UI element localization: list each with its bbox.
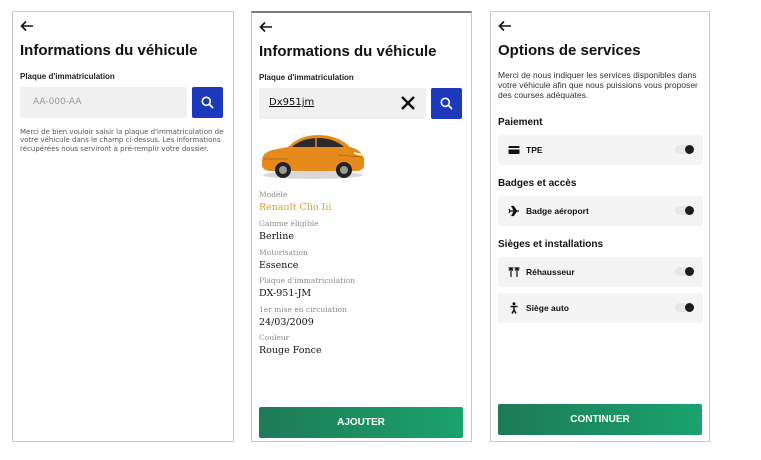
toggle-switch[interactable] [675, 267, 694, 276]
search-icon [201, 96, 214, 109]
page-title: Informations du véhicule [259, 43, 437, 60]
field-value-range: Berline [259, 231, 294, 242]
section-title-badges: Badges et accès [498, 178, 577, 189]
plate-value: Dx951jm [269, 97, 315, 108]
help-text: Merci de bien vouloir saisir la plaque d… [20, 128, 224, 153]
option-label: Badge aéroport [526, 206, 589, 216]
arrow-left-icon[interactable] [498, 20, 512, 32]
search-button[interactable] [431, 88, 462, 119]
toggle-switch[interactable] [675, 303, 694, 312]
arrow-left-icon[interactable] [259, 21, 273, 33]
screen-vehicle-plate-entry: Informations du véhicule Plaque d'immatr… [12, 11, 234, 442]
search-icon [440, 97, 453, 110]
close-icon[interactable] [400, 95, 416, 111]
option-tpe[interactable]: TPE [498, 135, 703, 165]
intro-text: Merci de nous indiquer les services disp… [498, 70, 698, 100]
orange-car-image [262, 135, 364, 179]
arrow-left-icon[interactable] [20, 20, 34, 32]
section-title-seats: Sièges et installations [498, 239, 604, 250]
field-label-engine: Motorisation [259, 248, 308, 257]
option-booster-seat[interactable]: Réhausseur [498, 257, 703, 287]
toggle-switch[interactable] [675, 145, 694, 154]
field-label-first-registration: 1er mise en circulation [259, 305, 347, 314]
credit-card-icon [508, 146, 520, 154]
field-label-plate: Plaque d'immatriculation [259, 276, 355, 285]
add-button[interactable]: AJOUTER [259, 407, 463, 438]
option-label: Siège auto [526, 303, 569, 313]
page-title: Options de services [498, 42, 641, 59]
section-title-payment: Paiement [498, 117, 543, 128]
option-child-seat[interactable]: Siège auto [498, 293, 703, 323]
option-label: TPE [526, 145, 543, 155]
page-title: Informations du véhicule [20, 42, 198, 59]
plate-label: Plaque d'immatriculation [20, 72, 115, 81]
field-value-color: Rouge Fonce [259, 345, 322, 356]
toggle-switch[interactable] [675, 206, 694, 215]
field-value-first-registration: 24/03/2009 [259, 317, 314, 328]
field-value-plate: DX-951-JM [259, 288, 312, 299]
screen-service-options: Options de services Merci de nous indiqu… [490, 11, 710, 442]
search-button[interactable] [192, 87, 223, 118]
field-label-range: Gamme éligible [259, 219, 319, 228]
child-seat-icon [510, 302, 518, 314]
field-label-color: Couleur [259, 333, 290, 342]
field-label-model: Modèle [259, 190, 288, 199]
plate-placeholder: AA-000-AA [33, 97, 82, 107]
screen-vehicle-info: Informations du véhicule Plaque d'immatr… [251, 11, 472, 442]
option-airport-badge[interactable]: Badge aéroport [498, 196, 703, 226]
field-value-model: Renault Clio Iii [259, 202, 332, 213]
continue-button[interactable]: CONTINUER [498, 404, 702, 435]
plate-input[interactable]: AA-000-AA [20, 87, 187, 118]
option-label: Réhausseur [526, 267, 575, 277]
plate-input[interactable]: Dx951jm [259, 88, 426, 119]
plate-label: Plaque d'immatriculation [259, 73, 354, 82]
booster-seat-icon [508, 267, 520, 277]
field-value-engine: Essence [259, 260, 299, 271]
airplane-icon [508, 205, 519, 217]
